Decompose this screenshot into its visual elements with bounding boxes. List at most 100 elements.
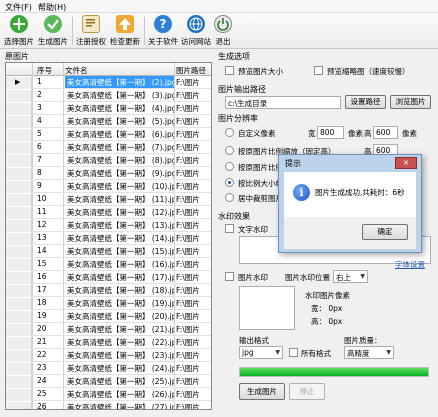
about-button[interactable]: ? 关于软件	[147, 15, 179, 47]
column-header-num[interactable]: 序号	[37, 65, 52, 76]
row-indicator[interactable]	[6, 194, 32, 206]
generate-images-button[interactable]: 生成图片	[37, 15, 69, 47]
row-indicator[interactable]	[6, 129, 32, 141]
row-path: F:\图片	[176, 221, 200, 230]
table-row[interactable]: 10 美女高清壁纸【第一期】 (11).jpg F:\图片	[6, 193, 211, 206]
center-crop-radio[interactable]	[225, 193, 234, 202]
preview-size-checkbox[interactable]	[225, 66, 234, 75]
table-row[interactable]: 11 美女高清壁纸【第一期】 (12).jpg F:\图片	[6, 206, 211, 219]
table-row[interactable]: 1 美女高清壁纸【第一期】 (2).jpgF:\图片	[6, 76, 211, 89]
row-indicator[interactable]	[6, 233, 32, 245]
custom-size-radio[interactable]	[225, 128, 234, 137]
row-indicator[interactable]	[6, 155, 32, 167]
table-row[interactable]: 14 美女高清壁纸【第一期】 (15).jpg F:\图片	[6, 245, 211, 258]
generate-button[interactable]: 生成图片	[239, 383, 285, 400]
image-list-table[interactable]: 序号 文件名 图片路径 1美女高清壁纸【第一期】 (2).jpgF:\图片2美女…	[5, 62, 212, 410]
table-row[interactable]: 23 美女高清壁纸【第一期】 (24).jpg F:\图片	[6, 362, 211, 375]
row-path: F:\图片	[176, 169, 200, 178]
row-indicator[interactable]	[6, 402, 32, 409]
table-row[interactable]: 17 美女高清壁纸【第一期】 (18).jpg F:\图片	[6, 284, 211, 297]
row-indicator[interactable]	[6, 285, 32, 297]
row-number: 26	[37, 402, 47, 410]
menu-bar: 文件(F) 帮助(H)	[0, 0, 438, 13]
row-number: 24	[37, 376, 47, 385]
width-input[interactable]: 800	[317, 126, 344, 139]
height-input[interactable]: 600	[373, 126, 398, 139]
table-row[interactable]: 25 美女高清壁纸【第一期】 (26).jpg F:\图片	[6, 388, 211, 401]
row-indicator[interactable]	[6, 142, 32, 154]
check-update-button[interactable]: 检查更新	[109, 15, 141, 47]
visit-site-button[interactable]: 访问网站	[180, 15, 212, 47]
row-indicator[interactable]	[6, 311, 32, 323]
row-indicator[interactable]	[6, 246, 32, 258]
quality-select[interactable]: 高精度	[344, 346, 394, 359]
watermark-title: 水印效果	[218, 212, 250, 221]
menu-file[interactable]: 文件(F)	[5, 2, 32, 13]
row-indicator[interactable]	[6, 77, 32, 89]
text-watermark-checkbox[interactable]	[225, 224, 234, 233]
row-number: 16	[37, 272, 47, 281]
table-row[interactable]: 4 美女高清壁纸【第一期】 (5).jpg F:\图片	[6, 115, 211, 128]
table-row[interactable]: 22 美女高清壁纸【第一期】 (23).jpg F:\图片	[6, 349, 211, 362]
scale-radio[interactable]	[225, 178, 234, 187]
wm-position-select[interactable]: 右上	[333, 270, 368, 283]
watermark-image-preview[interactable]	[239, 286, 295, 330]
table-row[interactable]: 12 美女高清壁纸【第一期】 (13).jpg F:\图片	[6, 219, 211, 232]
table-row[interactable]: 18 美女高清壁纸【第一期】 (19).jpg F:\图片	[6, 297, 211, 310]
row-indicator[interactable]	[6, 181, 32, 193]
row-indicator[interactable]	[6, 220, 32, 232]
dialog-ok-button[interactable]: 确定	[362, 224, 408, 240]
all-formats-checkbox[interactable]	[289, 348, 298, 357]
table-row[interactable]: 13 美女高清壁纸【第一期】 (14).jpg F:\图片	[6, 232, 211, 245]
column-header-name[interactable]: 文件名	[65, 65, 88, 76]
row-indicator[interactable]	[6, 389, 32, 401]
row-indicator[interactable]	[6, 298, 32, 310]
table-row[interactable]: 6 美女高清壁纸【第一期】 (7).jpg F:\图片	[6, 141, 211, 154]
table-row[interactable]: 7 美女高清壁纸【第一期】 (8).jpg F:\图片	[6, 154, 211, 167]
row-indicator[interactable]	[6, 324, 32, 336]
column-header-path[interactable]: 图片路径	[176, 65, 206, 76]
register-button[interactable]: 注册授权	[75, 15, 107, 47]
preview-thumb-checkbox[interactable]	[314, 66, 323, 75]
table-row[interactable]: 5 美女高清壁纸【第一期】 (6).jpg F:\图片	[6, 128, 211, 141]
row-file-name: 美女高清壁纸【第一期】 (18).jpg	[67, 286, 174, 295]
row-indicator[interactable]	[6, 168, 32, 180]
keep-ratio-radio[interactable]	[225, 146, 234, 155]
exit-button[interactable]: 退出	[212, 15, 234, 47]
table-row[interactable]: 21 美女高清壁纸【第一期】 (22).jpg F:\图片	[6, 336, 211, 349]
row-indicator[interactable]	[6, 259, 32, 271]
table-row[interactable]: 19 美女高清壁纸【第一期】 (20).jpg F:\图片	[6, 310, 211, 323]
dialog-close-button[interactable]: ×	[395, 157, 417, 169]
menu-help[interactable]: 帮助(H)	[38, 2, 66, 13]
row-indicator[interactable]	[6, 272, 32, 284]
table-row[interactable]: 26 美女高清壁纸【第一期】 (27).jpg F:\图片	[6, 401, 211, 410]
table-row[interactable]: 16 美女高清壁纸【第一期】 (17).jpg F:\图片	[6, 271, 211, 284]
row-indicator[interactable]	[6, 337, 32, 349]
row-indicator[interactable]	[6, 350, 32, 362]
table-row[interactable]: 9 美女高清壁纸【第一期】 (10).jpg F:\图片	[6, 180, 211, 193]
row-number: 11	[37, 207, 47, 216]
document-icon	[82, 15, 100, 33]
stop-button[interactable]: 停止	[289, 383, 325, 400]
table-row[interactable]: 20 美女高清壁纸【第一期】 (21).jpg F:\图片	[6, 323, 211, 336]
table-row[interactable]: 8 美女高清壁纸【第一期】 (9).jpg F:\图片	[6, 167, 211, 180]
table-row[interactable]: 3 美女高清壁纸【第一期】 (4).jpg F:\图片	[6, 102, 211, 115]
orig-ratio-radio[interactable]	[225, 162, 234, 171]
set-path-button[interactable]: 设置路径	[345, 95, 386, 109]
image-watermark-checkbox[interactable]	[225, 272, 234, 281]
row-indicator[interactable]	[6, 90, 32, 102]
row-indicator[interactable]	[6, 207, 32, 219]
browse-images-button[interactable]: 浏览图片	[390, 95, 431, 109]
output-format-select[interactable]: jpg	[239, 346, 283, 359]
table-row[interactable]: 2 美女高清壁纸【第一期】 (3).jpg F:\图片	[6, 89, 211, 102]
table-row[interactable]: 24 美女高清壁纸【第一期】 (25).jpg F:\图片	[6, 375, 211, 388]
row-file-name: 美女高清壁纸【第一期】 (8).jpg	[67, 156, 174, 165]
table-row[interactable]: 15 美女高清壁纸【第一期】 (16).jpg F:\图片	[6, 258, 211, 271]
row-indicator[interactable]	[6, 376, 32, 388]
font-setting-link[interactable]: 字体设置	[395, 259, 425, 270]
row-indicator[interactable]	[6, 116, 32, 128]
row-indicator[interactable]	[6, 363, 32, 375]
row-indicator[interactable]	[6, 103, 32, 115]
output-path-field[interactable]: c:\生成目录	[225, 96, 341, 109]
select-images-button[interactable]: 选择图片	[3, 15, 35, 47]
